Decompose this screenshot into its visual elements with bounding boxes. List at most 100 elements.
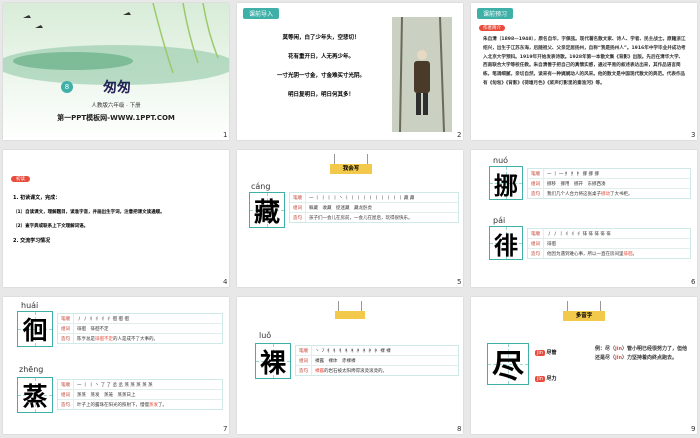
slide-number: 1	[223, 131, 228, 139]
slide-number: 4	[223, 278, 228, 286]
row-label: 组词	[58, 324, 74, 333]
lesson-title: 匆匆	[103, 80, 131, 96]
reading-pinyin: jìn	[535, 350, 545, 356]
row-label: 组词	[528, 179, 544, 188]
char-table: 笔顺一 丨 丨 丨 丨 丶 丨 丨 丨 丨 丨 丨 丨 丨 丨 丨 藏 藏 组词…	[289, 192, 459, 223]
word-list: 躲藏 收藏 捉迷藏 藏龙卧虎	[309, 205, 372, 211]
slide-number: 9	[691, 425, 696, 433]
char-table: 笔顺丶 ㇇ 礻 礻 礻 衤 衤 衤 衤 衤 衤 裸 裸 组词 裸露 裸体 赤裸裸 …	[295, 345, 459, 376]
slide-number: 5	[457, 278, 462, 286]
row-label: 笔顺	[296, 346, 312, 355]
slide-number: 2	[457, 131, 462, 139]
stroke-order: 一 丨 丨 丨 丨 丶 丨 丨 丨 丨 丨 丨 丨 丨 丨 丨 藏 藏	[309, 195, 415, 201]
slide-thumbnail-1[interactable]: 8 匆匆 人教版六年级 · 下册 第一PPT模板网-WWW.1PPT.COM 1	[3, 3, 229, 140]
stroke-order: 一 丨 丨 丶 了 了 丞 丞 蒸 蒸 蒸 蒸 蒸	[77, 382, 153, 388]
example-sentence: 叶子上的露珠在阳光的照射下，慢慢蒸发了。	[77, 402, 167, 408]
reading-1: jìn 尽管	[535, 349, 557, 356]
row-label: 笔顺	[290, 193, 306, 202]
char-table: 笔顺一 丨 一 扌 扌 扌 挪 挪 挪 组词 挪移 挪用 挪开 东挪西凑 造句 我们…	[527, 168, 691, 199]
task-item: （1）自读课文，理解题目，读准字音，并画出生字词，注意把课文读通顺。	[13, 210, 165, 215]
stroke-order: 一 丨 一 扌 扌 扌 挪 挪 挪	[547, 171, 599, 177]
hanzi-box: 徘	[489, 226, 523, 260]
pinyin-label: luǒ	[259, 331, 272, 340]
slide-thumbnail-5[interactable]: 我会写 cáng 藏 笔顺一 丨 丨 丨 丨 丶 丨 丨 丨 丨 丨 丨 丨 丨…	[237, 150, 463, 287]
stroke-order: 丶 ㇇ 礻 礻 礻 衤 衤 衤 衤 衤 衤 裸 裸	[315, 348, 391, 354]
word-list: 裸露 裸体 赤裸裸	[315, 358, 356, 364]
grade-label: 人教版六年级 · 下册	[91, 103, 141, 109]
slide-thumbnail-8[interactable]: luǒ 裸 笔顺丶 ㇇ 礻 礻 礻 衤 衤 衤 衤 衤 衤 裸 裸 组词 裸露 裸…	[237, 297, 463, 434]
slide-thumbnail-3[interactable]: 课前预习 作者简介 朱自清（1898—1948），原名自华，字佩弦。现代著名散文…	[471, 3, 697, 140]
site-label: 第一PPT模板网-WWW.1PPT.COM	[57, 114, 175, 122]
hanzi-box: 蒸	[17, 377, 53, 413]
example-sentence: 他因为遇到难心事，所以一直在房间里徘徊。	[547, 251, 637, 257]
row-label: 组词	[58, 390, 74, 399]
pinyin-label: huái	[21, 301, 39, 310]
word-list: 挪移 挪用 挪开 东挪西凑	[547, 181, 606, 187]
task-item: （2）查字典或联系上下文理解词语。	[13, 224, 89, 229]
slide-number: 3	[691, 131, 696, 139]
unit-badge: 8	[61, 81, 73, 93]
char-table: 笔顺丿 丿 彳 彳 彳 彳 徊 徊 徊 组词 徘徊 徘徊不定 造句 陈亨总是徘徊不定…	[57, 313, 223, 344]
slide-3-pill: 课前预习	[477, 8, 514, 19]
row-label: 造句	[528, 249, 544, 258]
row-label: 造句	[296, 366, 312, 375]
slide-2-pill: 课前导入	[243, 8, 280, 19]
example-sentence: 我们几个人合力将这张桌子挪动了大书柜。	[547, 191, 633, 197]
task-item: 2. 交流学习情况	[13, 238, 51, 244]
reading-word: 尽力	[546, 376, 557, 382]
row-label: 笔顺	[58, 314, 74, 323]
ribbon-label: 多音字	[563, 311, 605, 321]
slide-number: 7	[223, 425, 228, 433]
reading-word: 尽管	[546, 350, 557, 356]
example-sentence: 陈亨总是徘徊不定的人是成不了大事的。	[77, 336, 158, 342]
poem-line: 明日复明日，明日何其多！	[287, 92, 354, 98]
row-label: 笔顺	[528, 229, 544, 238]
example-sentence: 孩子们一会儿在房前，一会儿在屋后，玩得很快乐。	[309, 215, 413, 221]
word-list: 蒸蒸 蒸发 蒸笼 蒸蒸日上	[77, 392, 136, 398]
word-list: 徘徊 徘徊不定	[77, 326, 109, 332]
example-sentence: 裸露的岩石被太阳烤得滚烫滚烫的。	[315, 368, 387, 374]
author-intro: 朱自清（1898—1948），原名自华，字佩弦。现代著名散文家、诗人、学者、民主…	[483, 37, 686, 86]
pinyin-label: cáng	[251, 182, 271, 191]
reading-2: jǐn 尽力	[535, 375, 557, 382]
row-label: 造句	[528, 189, 544, 198]
hanzi-box: 尽	[487, 343, 529, 385]
char-table: 笔顺丿 丿 丨 彳 彳 彳 徘 徘 徘 徘 徘 组词 徘徊 造句 他因为遇到难心事，…	[527, 228, 691, 259]
slide-thumbnail-2[interactable]: 课前导入 莫等闲，白了少年头，空悲切！ 花有重开日，人无再少年。 一寸光阴一寸金…	[237, 3, 463, 140]
ribbon-label: 我会写	[330, 164, 372, 174]
char-table: 笔顺一 丨 丨 丶 了 了 丞 丞 蒸 蒸 蒸 蒸 蒸 组词 蒸蒸 蒸发 蒸笼 蒸…	[57, 379, 223, 410]
pinyin-label: zhēng	[19, 365, 44, 374]
author-badge: 作者简介	[479, 25, 505, 31]
hanzi-box: 裸	[255, 343, 291, 379]
row-label: 造句	[58, 400, 74, 409]
row-label: 造句	[290, 213, 306, 222]
slide-thumbnail-7[interactable]: huái 徊 笔顺丿 丿 彳 彳 彳 彳 徊 徊 徊 组词 徘徊 徘徊不定 造句陈…	[3, 297, 229, 434]
slide-thumbnail-6[interactable]: nuó 挪 笔顺一 丨 一 扌 扌 扌 挪 挪 挪 组词 挪移 挪用 挪开 东挪西…	[471, 150, 697, 287]
hanzi-box: 徊	[17, 311, 53, 347]
row-label: 组词	[296, 356, 312, 365]
slide-number: 8	[457, 425, 462, 433]
row-label: 造句	[58, 334, 74, 343]
pinyin-label: pái	[493, 216, 506, 225]
poem-lines: 莫等闲，白了少年头，空悲切！ 花有重开日，人无再少年。 一寸光阴一寸金，寸金难买…	[261, 33, 381, 98]
poem-line: 一寸光阴一寸金，寸金难买寸光阴。	[276, 73, 365, 79]
row-label: 组词	[290, 203, 306, 212]
slide-thumbnail-4[interactable]: 初读 1. 初读课文，完成： （1）自读课文，理解题目，读准字音，并画出生字词，…	[3, 150, 229, 287]
row-label: 笔顺	[528, 169, 544, 178]
hanzi-box: 藏	[249, 192, 285, 228]
poem-line: 莫等闲，白了少年头，空悲切！	[282, 35, 360, 41]
pinyin-label: nuó	[493, 156, 509, 165]
task-item: 1. 初读课文，完成：	[13, 195, 61, 201]
stroke-order: 丿 丿 丨 彳 彳 彳 徘 徘 徘 徘 徘	[547, 231, 611, 237]
slide-thumbnail-9[interactable]: 多音字 尽 jìn 尽管 jǐn 尽力 例：尽（jìn）管小明已经很努力了，但他…	[471, 297, 697, 434]
task-list: 1. 初读课文，完成： （1）自读课文，理解题目，读准字音，并画出生字词，注意把…	[13, 194, 165, 244]
reading-pinyin: jǐn	[535, 376, 545, 382]
hanzi-box: 挪	[489, 166, 523, 200]
slide-number: 6	[691, 278, 696, 286]
example-text: 例：尽（jìn）管小明已经很努力了，但他还是尽（jǐn）力坚持着向终点跑去。	[595, 346, 688, 361]
row-label: 笔顺	[58, 380, 74, 389]
stroke-order: 丿 丿 彳 彳 彳 彳 徊 徊 徊	[77, 316, 129, 322]
row-label: 组词	[528, 239, 544, 248]
poem-line: 花有重开日，人无再少年。	[287, 54, 354, 60]
word-list: 徘徊	[547, 241, 556, 247]
